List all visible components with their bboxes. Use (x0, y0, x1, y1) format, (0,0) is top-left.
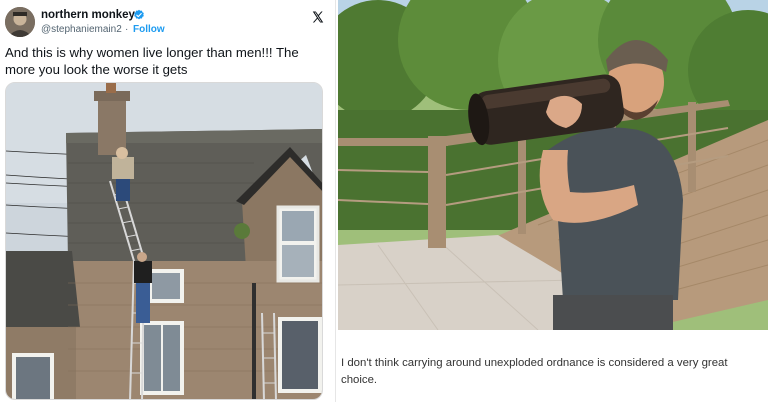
tweet-photo[interactable] (5, 82, 323, 400)
bridge-photo[interactable] (338, 0, 768, 330)
tweet-header: northern monkey @stephaniemain2 · Follow (5, 6, 331, 38)
verified-badge-icon (134, 9, 144, 20)
tweet-card: northern monkey @stephaniemain2 · Follow… (0, 0, 336, 402)
caption-text: I don't think carrying around unexploded… (341, 357, 728, 386)
tweet-text: And this is why women live longer than m… (5, 45, 299, 77)
follow-button[interactable]: Follow (133, 24, 165, 35)
avatar[interactable] (5, 7, 35, 37)
author-handle[interactable]: @stephaniemain2 (41, 24, 122, 35)
author-name[interactable]: northern monkey (41, 9, 135, 21)
separator-dot: · (125, 24, 129, 35)
x-logo-icon[interactable] (311, 10, 325, 24)
